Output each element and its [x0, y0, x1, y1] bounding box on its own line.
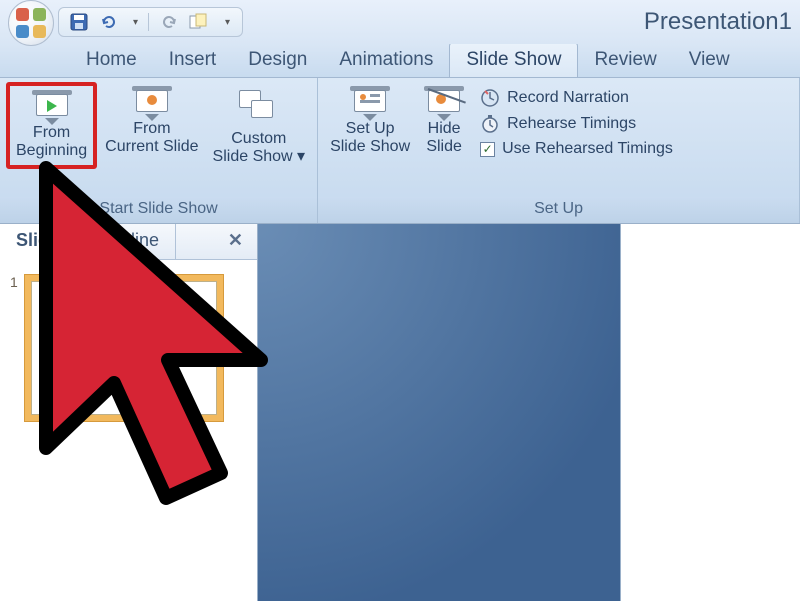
from-current-label: From Current Slide [105, 120, 198, 157]
custom-slide-show-label: Custom Slide Show ▾ [213, 130, 306, 167]
use-rehearsed-timings-checkbox[interactable]: Use Rehearsed Timings [480, 140, 673, 158]
group-label-setup: Set Up [318, 197, 799, 223]
editor-pane [258, 224, 800, 601]
pane-close-icon[interactable]: ✕ [214, 224, 257, 259]
chevron-down-icon: ▾ [297, 148, 305, 165]
redo-icon[interactable] [159, 12, 179, 32]
custom-slide-show-button[interactable]: Custom Slide Show ▾ [207, 82, 312, 171]
from-beginning-button[interactable]: From Beginning [6, 82, 97, 169]
tab-design[interactable]: Design [232, 43, 323, 77]
title-bar: ▾ ▾ Presentation1 [0, 0, 800, 44]
tab-review[interactable]: Review [578, 43, 672, 77]
workspace: Slides Outline ✕ 1 [0, 224, 800, 601]
pane-tabs: Slides Outline ✕ [0, 224, 257, 260]
set-up-slide-show-label: Set Up Slide Show [330, 120, 410, 157]
hide-slide-button[interactable]: Hide Slide [418, 82, 470, 161]
document-title: Presentation1 [644, 8, 792, 36]
undo-dropdown-icon[interactable]: ▾ [133, 17, 138, 28]
slide-number: 1 [10, 274, 18, 422]
from-beginning-icon [32, 90, 72, 122]
qat-separator [148, 13, 149, 31]
ribbon-tabs: Home Insert Design Animations Slide Show… [0, 44, 800, 78]
ribbon: From Beginning From Current Slide Custom… [0, 78, 800, 224]
slide-canvas[interactable] [620, 224, 800, 601]
rehearse-timings-icon [480, 114, 500, 134]
set-up-slide-show-icon [350, 86, 390, 118]
save-icon[interactable] [69, 12, 89, 32]
rehearse-timings-label: Rehearse Timings [507, 115, 636, 133]
office-button[interactable] [8, 0, 54, 46]
slide-thumbnail-selected[interactable] [24, 274, 224, 422]
group-label-start: Start Slide Show [0, 197, 317, 223]
tab-insert[interactable]: Insert [153, 43, 233, 77]
use-rehearsed-label: Use Rehearsed Timings [502, 140, 673, 158]
slide-thumbnail-row[interactable]: 1 [0, 260, 257, 442]
repeat-icon[interactable] [189, 12, 209, 32]
tab-slide-show[interactable]: Slide Show [449, 42, 578, 77]
tab-animations[interactable]: Animations [323, 43, 449, 77]
set-up-slide-show-button[interactable]: Set Up Slide Show [324, 82, 416, 161]
record-narration-label: Record Narration [507, 89, 629, 107]
pane-tab-slides[interactable]: Slides [0, 224, 86, 260]
quick-access-toolbar: ▾ ▾ [58, 7, 243, 37]
record-narration-icon [480, 88, 500, 108]
qat-customize-icon[interactable]: ▾ [225, 17, 230, 28]
group-start-slide-show: From Beginning From Current Slide Custom… [0, 78, 318, 223]
from-current-slide-button[interactable]: From Current Slide [99, 82, 204, 161]
custom-slide-show-icon [235, 86, 283, 128]
slides-pane: Slides Outline ✕ 1 [0, 224, 258, 601]
pane-tab-outline[interactable]: Outline [86, 224, 176, 259]
tab-home[interactable]: Home [70, 43, 153, 77]
tab-view[interactable]: View [673, 43, 746, 77]
rehearse-timings-button[interactable]: Rehearse Timings [480, 114, 673, 134]
set-up-options: Record Narration Rehearse Timings Use Re… [472, 82, 683, 158]
record-narration-button[interactable]: Record Narration [480, 88, 673, 108]
undo-icon[interactable] [99, 12, 119, 32]
from-current-icon [132, 86, 172, 118]
slide-thumbnail [31, 281, 217, 415]
hide-slide-label: Hide Slide [426, 120, 462, 157]
group-set-up: Set Up Slide Show Hide Slide Record Narr… [318, 78, 800, 223]
office-logo-icon [16, 8, 46, 38]
hide-slide-icon [424, 86, 464, 118]
checkbox-icon [480, 142, 495, 157]
from-beginning-label: From Beginning [16, 124, 87, 161]
